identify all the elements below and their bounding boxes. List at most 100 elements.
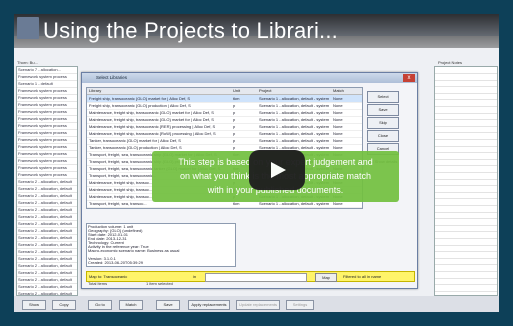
- match-button[interactable]: Match: [119, 300, 143, 310]
- close-icon[interactable]: x: [403, 74, 415, 82]
- table-cell: tkm: [233, 96, 240, 101]
- filter-note: Filtered to all in name: [343, 274, 382, 279]
- list-item[interactable]: Framework system process: [17, 130, 77, 137]
- table-cell: Maintenance, freight ship, transoceanic …: [89, 131, 216, 136]
- table-cell: None: [333, 138, 343, 143]
- grid-line: [435, 238, 497, 239]
- column-project[interactable]: Project: [259, 88, 271, 94]
- column-match[interactable]: Match: [333, 88, 344, 94]
- list-item[interactable]: Scenario 2 - allocation, default: [17, 214, 77, 221]
- grid-line: [435, 79, 497, 81]
- process-list[interactable]: Scenario 7 - allocation... Framework syst…: [16, 66, 78, 296]
- table-cell: None: [333, 145, 343, 150]
- column-unit[interactable]: Unit: [233, 88, 240, 94]
- list-item[interactable]: Scenario 7 - allocation...: [17, 67, 77, 74]
- column-library[interactable]: Library: [89, 88, 101, 94]
- show-button[interactable]: Show: [22, 300, 46, 310]
- grid-line: [435, 165, 497, 167]
- copy-button[interactable]: Copy: [52, 300, 76, 310]
- list-item[interactable]: Scenario 2 - allocation, default: [17, 200, 77, 207]
- apply-replacements-button[interactable]: Apply replacements: [188, 300, 230, 310]
- list-item[interactable]: Framework system process: [17, 74, 77, 81]
- play-button[interactable]: [249, 150, 305, 190]
- list-item[interactable]: Scenario 2 - allocation, default: [17, 186, 77, 193]
- grid-line: [435, 178, 497, 180]
- settings-button[interactable]: Settings: [286, 300, 314, 310]
- list-item[interactable]: Framework system process: [17, 172, 77, 179]
- go-to-button[interactable]: Go to: [88, 300, 112, 310]
- list-item[interactable]: Framework system process: [17, 165, 77, 172]
- list-item[interactable]: Scenario 2 - allocation, default: [17, 242, 77, 249]
- notes-panel: [434, 66, 498, 296]
- table-cell: Tanker, transoceanic {GLO} market for | …: [89, 138, 181, 143]
- table-cell: None: [333, 207, 361, 208]
- table-header: Library Unit Project Match: [87, 88, 362, 95]
- video-title[interactable]: Using the Projects to Librari...: [43, 16, 338, 46]
- table-cell: p: [233, 131, 236, 136]
- table-cell: Freight ship, transoceanic {GLO} market …: [89, 96, 191, 101]
- table-cell: Tanker, transoceanic {GLO} production | …: [89, 145, 182, 150]
- grid-line: [435, 224, 497, 226]
- list-item[interactable]: Framework system process: [17, 88, 77, 95]
- list-item[interactable]: Framework system process: [17, 95, 77, 102]
- list-item[interactable]: Scenario 2 - allocation, default: [17, 235, 77, 242]
- table-cell: Maintenance, freight ship, transoceanic …: [89, 110, 214, 115]
- table-cell: None: [333, 110, 343, 115]
- table-cell: p: [233, 138, 236, 143]
- grid-line: [435, 145, 497, 147]
- save-bottom-button[interactable]: Save: [156, 300, 180, 310]
- table-cell: Transport, freight, sea, transoc...: [89, 207, 231, 208]
- table-row[interactable]: Transport, freight, sea, transoc...tkmSc…: [87, 207, 362, 208]
- select-button[interactable]: Select: [367, 91, 399, 103]
- list-item[interactable]: Scenario 2 - allocation, default: [17, 221, 77, 228]
- left-panel-header: Thorn: Bu...: [17, 60, 38, 65]
- close-button[interactable]: Close: [367, 130, 399, 142]
- grid-line: [435, 231, 497, 233]
- video-frame[interactable]: Thorn: Bu... Project Notes Scenario 7 - …: [14, 14, 499, 312]
- list-item[interactable]: Scenario 2 - allocation, default: [17, 193, 77, 200]
- grid-line: [435, 205, 497, 206]
- table-cell: Scenario 1 - allocation, default - syste…: [259, 207, 331, 208]
- list-item[interactable]: Framework system process: [17, 123, 77, 130]
- list-item[interactable]: Scenario 1 - default: [17, 81, 77, 88]
- list-item[interactable]: Scenario 2 - allocation, default: [17, 207, 77, 214]
- list-item[interactable]: Scenario 2 - allocation, default: [17, 284, 77, 291]
- list-item[interactable]: Framework system process: [17, 116, 77, 123]
- table-cell: Scenario 1 - allocation, default - syste…: [259, 117, 330, 122]
- update-replacements-button[interactable]: Update replacements: [236, 300, 280, 310]
- grid-line: [435, 132, 497, 134]
- table-cell: Scenario 1 - allocation, default - syste…: [259, 131, 330, 136]
- list-item[interactable]: Scenario 2 - allocation, default: [17, 263, 77, 270]
- video-title-overlay: Using the Projects to Librari...: [14, 14, 499, 48]
- skip-button[interactable]: Skip: [367, 117, 399, 129]
- grid-line: [435, 277, 497, 279]
- grid-line: [435, 264, 497, 266]
- table-cell: None: [333, 117, 343, 122]
- table-cell: Scenario 1 - allocation, default - syste…: [259, 110, 330, 115]
- list-item[interactable]: Framework system process: [17, 144, 77, 151]
- save-button[interactable]: Save: [367, 104, 399, 116]
- channel-logo-icon[interactable]: [17, 17, 39, 39]
- list-item[interactable]: Framework system process: [17, 151, 77, 158]
- list-item[interactable]: Framework system process: [17, 102, 77, 109]
- grid-line: [435, 198, 497, 200]
- list-item[interactable]: Scenario 2 - allocation, default: [17, 270, 77, 277]
- right-panel-header: Project Notes: [438, 60, 463, 65]
- grid-line: [435, 244, 497, 246]
- list-item[interactable]: Scenario 2 - allocation, default: [17, 179, 77, 186]
- list-item[interactable]: Framework system process: [17, 137, 77, 144]
- list-item[interactable]: Scenario 2 - allocation, default: [17, 249, 77, 256]
- table-cell: Scenario 1 - allocation, default - syste…: [259, 96, 330, 101]
- list-item[interactable]: Scenario 2 - allocation, default: [17, 277, 77, 284]
- list-item[interactable]: Framework system process: [17, 158, 77, 165]
- table-cell: p: [233, 110, 236, 115]
- list-item[interactable]: Scenario 2 - allocation, default: [17, 256, 77, 263]
- table-cell: p: [233, 145, 236, 150]
- list-item[interactable]: Framework system process: [17, 109, 77, 116]
- table-cell: Scenario 1 - allocation, default - syste…: [259, 124, 330, 129]
- list-item[interactable]: Scenario 2 - allocation, default: [17, 228, 77, 235]
- grid-line: [435, 73, 497, 74]
- table-cell: Scenario 1 - allocation, default - syste…: [259, 103, 330, 108]
- table-cell: p: [233, 117, 236, 122]
- grid-line: [435, 112, 497, 114]
